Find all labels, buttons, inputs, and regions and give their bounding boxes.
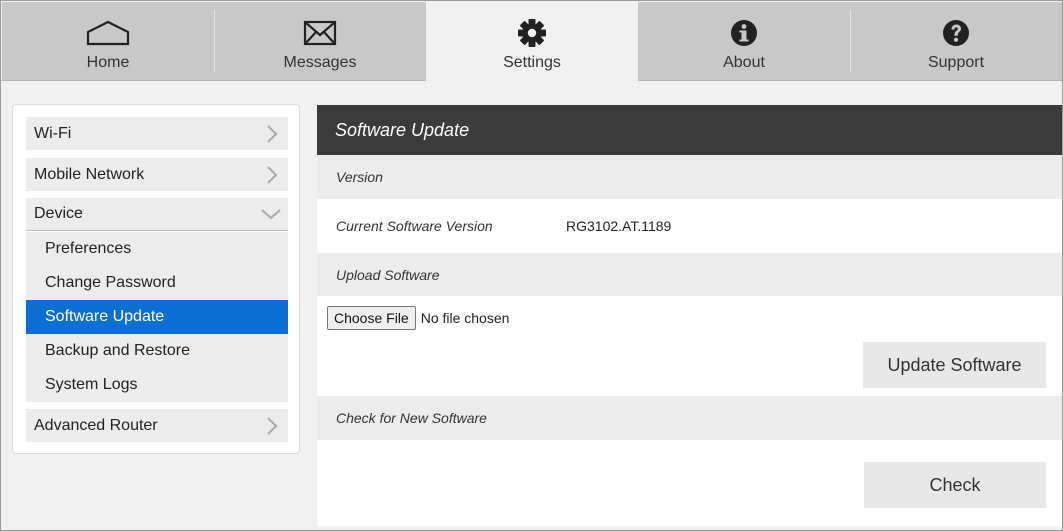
update-button-row: Update Software bbox=[317, 340, 1062, 396]
page-title: Software Update bbox=[317, 105, 1062, 155]
current-version-label: Current Software Version bbox=[336, 218, 493, 234]
tab-about-label: About bbox=[723, 54, 765, 71]
main-panel: Software Update Version Current Software… bbox=[317, 105, 1062, 526]
chevron-right-icon bbox=[266, 416, 278, 441]
sidebar-subitem-label: Preferences bbox=[45, 240, 132, 257]
check-button-row: Check bbox=[317, 440, 1062, 524]
choose-file-button[interactable]: Choose File bbox=[327, 306, 416, 330]
tab-home-label: Home bbox=[86, 54, 130, 71]
sidebar-item-label: Mobile Network bbox=[34, 165, 145, 183]
current-version-value: RG3102.AT.1189 bbox=[566, 218, 672, 234]
top-navigation: Home Messages Settings About Support bbox=[2, 2, 1062, 82]
sidebar-item-label: Wi-Fi bbox=[34, 124, 72, 142]
chevron-down-icon bbox=[260, 207, 282, 225]
check-button[interactable]: Check bbox=[864, 462, 1046, 508]
sidebar-subitem-label: System Logs bbox=[45, 376, 138, 393]
file-status-text: No file chosen bbox=[420, 310, 510, 326]
sidebar-item-wifi[interactable]: Wi-Fi bbox=[26, 117, 288, 150]
tab-messages-label: Messages bbox=[283, 54, 357, 71]
sidebar-subitem-software-update[interactable]: Software Update bbox=[26, 300, 288, 334]
sidebar-item-device[interactable]: Device bbox=[26, 198, 288, 231]
sidebar-subitem-label: Software Update bbox=[45, 308, 165, 325]
tab-messages[interactable]: Messages bbox=[214, 2, 426, 81]
sidebar-item-label: Advanced Router bbox=[34, 416, 158, 434]
tab-settings[interactable]: Settings bbox=[426, 2, 638, 82]
section-heading-version: Version bbox=[317, 155, 1062, 199]
update-software-button[interactable]: Update Software bbox=[863, 342, 1046, 388]
tab-home[interactable]: Home bbox=[2, 2, 214, 81]
section-heading-upload: Upload Software bbox=[317, 253, 1062, 296]
file-picker: Choose File No file chosen bbox=[317, 296, 1062, 340]
app-window: Home Messages Settings About Support Wi-… bbox=[0, 0, 1063, 531]
sidebar: Wi-Fi Mobile Network Device Preferences … bbox=[12, 104, 300, 454]
sidebar-subitem-change-password[interactable]: Change Password bbox=[26, 266, 288, 300]
question-icon bbox=[942, 16, 970, 50]
envelope-icon bbox=[303, 16, 337, 50]
tab-support[interactable]: Support bbox=[850, 2, 1062, 81]
chevron-right-icon bbox=[266, 124, 278, 149]
sidebar-subitem-label: Backup and Restore bbox=[45, 342, 190, 359]
sidebar-subitem-system-logs[interactable]: System Logs bbox=[26, 368, 288, 402]
current-version-row: Current Software Version RG3102.AT.1189 bbox=[317, 199, 1062, 253]
sidebar-item-label: Device bbox=[34, 205, 83, 222]
tab-settings-label: Settings bbox=[503, 54, 561, 71]
sidebar-item-mobile-network[interactable]: Mobile Network bbox=[26, 158, 288, 191]
tab-about[interactable]: About bbox=[638, 2, 850, 81]
sidebar-subitem-preferences[interactable]: Preferences bbox=[26, 232, 288, 266]
info-icon bbox=[730, 16, 758, 50]
sidebar-item-advanced-router[interactable]: Advanced Router bbox=[26, 409, 288, 442]
tab-support-label: Support bbox=[927, 54, 985, 71]
sidebar-subitem-label: Change Password bbox=[45, 274, 176, 291]
home-icon bbox=[86, 16, 130, 50]
sidebar-subitem-backup-restore[interactable]: Backup and Restore bbox=[26, 334, 288, 368]
gear-icon bbox=[517, 16, 547, 50]
chevron-right-icon bbox=[266, 165, 278, 190]
section-heading-check: Check for New Software bbox=[317, 396, 1062, 440]
